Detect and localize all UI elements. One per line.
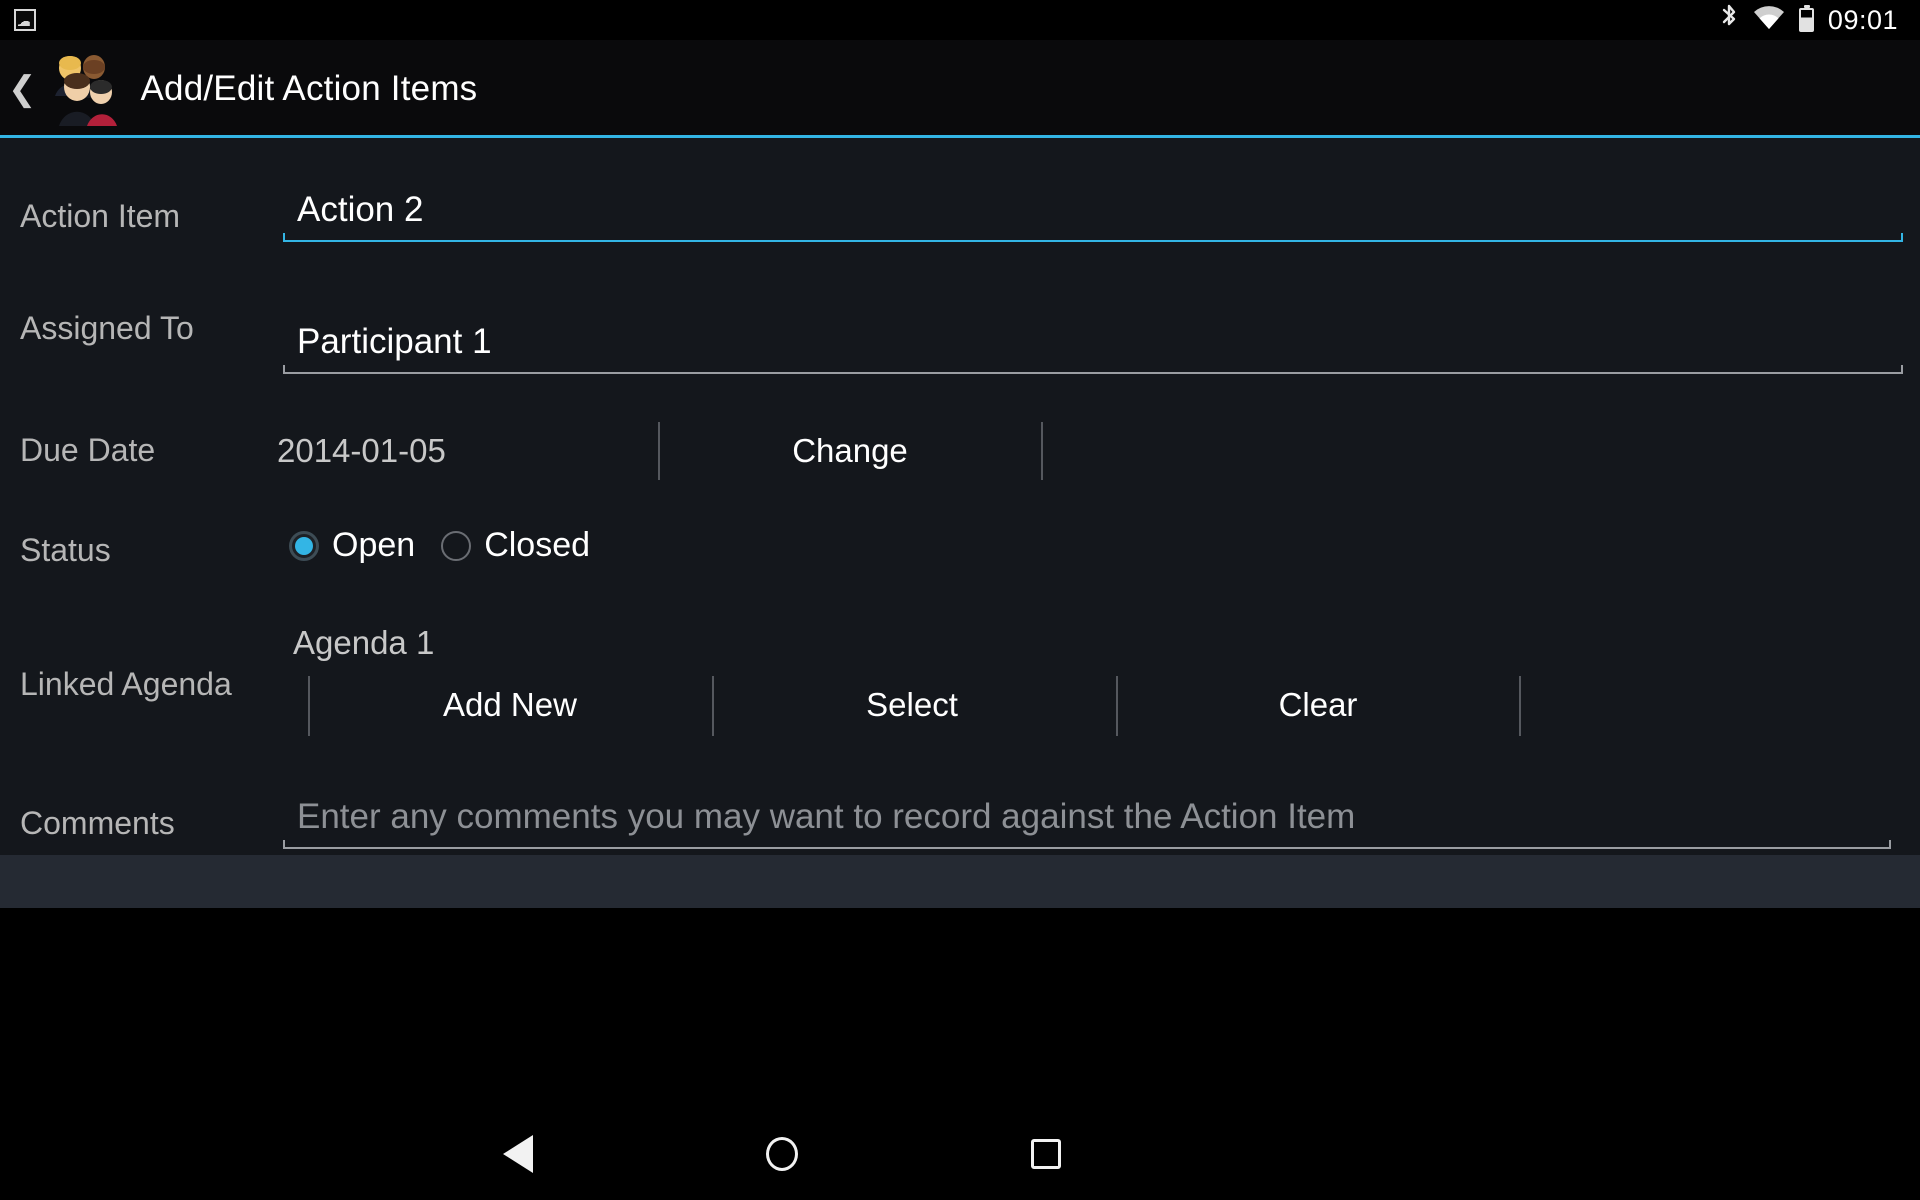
row-status: Status Open Closed: [0, 508, 1920, 618]
status-bar-clock: 09:01: [1827, 4, 1898, 35]
radio-unselected-icon: [441, 530, 472, 561]
action-item-input[interactable]: Action 2: [283, 190, 1903, 242]
comments-label: Comments: [20, 805, 175, 841]
select-agenda-button[interactable]: Select: [762, 686, 1062, 724]
linked-agenda-divider-2: [712, 676, 714, 736]
comments-placeholder: Enter any comments you may want to recor…: [297, 797, 1356, 836]
row-linked-agenda: Linked Agenda Agenda 1 Add New Select Cl…: [0, 608, 1920, 768]
home-circle-icon: [766, 1137, 798, 1171]
linked-agenda-label: Linked Agenda: [20, 666, 232, 702]
action-bar: ❮ Add/Edit Action Items: [0, 40, 1920, 137]
radio-selected-icon: [289, 530, 319, 561]
change-date-button[interactable]: Change: [700, 432, 1000, 470]
status-label: Status: [20, 532, 111, 568]
image-notification-icon: [14, 9, 36, 31]
status-radio-closed-label: Closed: [484, 526, 591, 564]
content-bottom-panel: [0, 855, 1920, 908]
back-triangle-icon: [503, 1135, 533, 1173]
system-nav-bar: [0, 1108, 1920, 1200]
wifi-icon: [1753, 5, 1785, 36]
comments-underline: [283, 840, 1891, 849]
status-radio-closed[interactable]: Closed: [441, 526, 590, 565]
status-radio-open[interactable]: Open: [289, 526, 415, 565]
due-date-divider-left: [658, 422, 660, 480]
action-item-label: Action Item: [20, 198, 181, 234]
status-radio-group: Open Closed: [289, 526, 616, 565]
status-radio-open-label: Open: [332, 526, 416, 564]
status-bar: 09:01: [0, 0, 1920, 40]
assigned-to-underline: [283, 365, 1903, 374]
status-bar-system-icons: 09:01: [1719, 3, 1920, 38]
due-date-value: 2014-01-05: [277, 432, 446, 469]
nav-back-button[interactable]: [458, 1108, 578, 1200]
row-assigned-to: Assigned To Participant 1: [0, 290, 1920, 410]
linked-agenda-divider-3: [1116, 676, 1118, 736]
back-chevron-icon[interactable]: ❮: [0, 72, 41, 106]
battery-icon: [1798, 5, 1814, 32]
row-action-item: Action Item Action 2: [0, 180, 1920, 298]
page-title: Add/Edit Action Items: [140, 68, 478, 108]
action-item-underline: [283, 233, 1903, 242]
bluetooth-icon: [1719, 3, 1739, 38]
action-item-value: Action 2: [297, 190, 424, 229]
comments-input[interactable]: Enter any comments you may want to recor…: [283, 797, 1891, 849]
nav-home-button[interactable]: [722, 1108, 842, 1200]
assigned-to-label: Assigned To: [20, 310, 194, 346]
recents-square-icon: [1031, 1139, 1061, 1169]
due-date-divider-right: [1041, 422, 1043, 480]
assigned-to-input[interactable]: Participant 1: [283, 322, 1903, 374]
assigned-to-value: Participant 1: [297, 322, 492, 361]
status-bar-notifications: [0, 9, 36, 31]
linked-agenda-value: Agenda 1: [293, 624, 435, 661]
row-due-date: Due Date 2014-01-05 Change: [0, 410, 1920, 508]
add-new-agenda-button[interactable]: Add New: [360, 686, 660, 724]
linked-agenda-divider-1: [308, 676, 310, 736]
linked-agenda-divider-4: [1519, 676, 1521, 736]
form-content: Action Item Action 2 Assigned To Partici…: [0, 138, 1920, 908]
nav-recents-button[interactable]: [986, 1108, 1106, 1200]
clear-agenda-button[interactable]: Clear: [1168, 686, 1468, 724]
people-group-icon[interactable]: [41, 48, 119, 130]
due-date-label: Due Date: [20, 432, 156, 468]
